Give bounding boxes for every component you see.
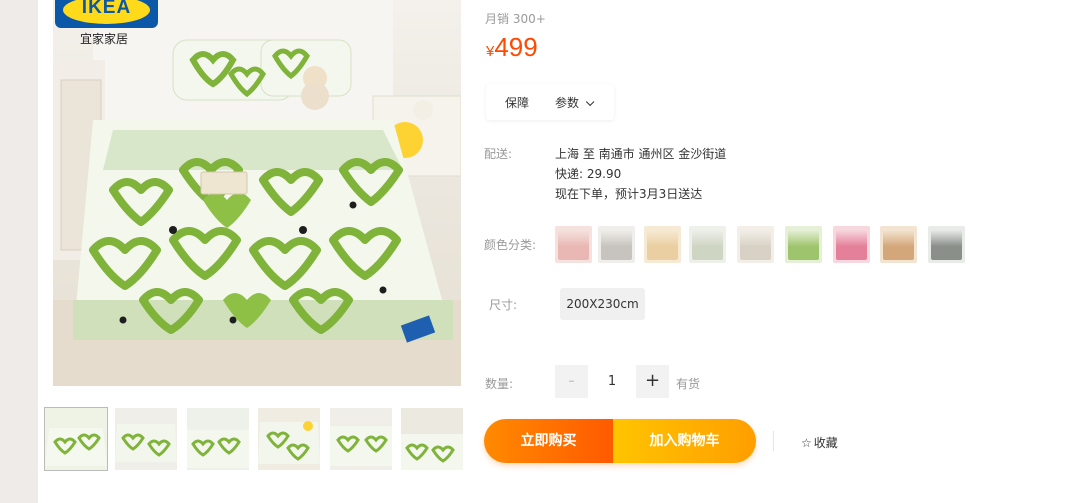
thumbnail-1[interactable] <box>44 407 108 471</box>
swatch-image <box>740 230 771 260</box>
quantity-input[interactable] <box>591 365 633 398</box>
tab-guarantee[interactable]: 保障 <box>505 94 529 111</box>
color-swatch[interactable] <box>555 226 592 263</box>
monthly-sales: 月销 300+ <box>485 12 546 26</box>
swatch-image <box>647 230 678 260</box>
info-tabs: 保障 参数 <box>486 84 614 120</box>
tab-parameters-label: 参数 <box>555 96 580 110</box>
stock-status: 有货 <box>676 377 701 391</box>
color-swatch[interactable] <box>689 226 726 263</box>
color-swatch[interactable] <box>644 226 681 263</box>
bedding-illustration <box>53 0 461 386</box>
left-background-strip <box>0 0 38 503</box>
tab-parameters[interactable]: 参数 <box>555 94 595 111</box>
thumbnail-4[interactable] <box>258 408 320 470</box>
quantity-decrease-button[interactable]: - <box>555 365 588 398</box>
action-divider <box>773 431 774 451</box>
thumbnail-2[interactable] <box>115 408 177 470</box>
size-label: 尺寸: <box>489 298 518 312</box>
size-option[interactable]: 200X230cm <box>560 288 645 320</box>
quantity-increase-button[interactable]: + <box>636 365 669 398</box>
shipping-fee: 快递: 29.90 <box>555 167 622 181</box>
favorite-label: 收藏 <box>813 436 838 450</box>
delivery-eta: 现在下单，预计3月3日送达 <box>555 187 703 201</box>
quantity-label: 数量: <box>485 377 514 391</box>
favorite-button[interactable]: ☆ 收藏 <box>801 434 838 451</box>
star-icon: ☆ <box>801 436 812 450</box>
swatch-image <box>836 230 867 260</box>
price-value: 499 <box>494 32 538 62</box>
logo-text: IKEA <box>81 0 132 18</box>
thumbnail-5[interactable] <box>330 408 392 470</box>
purchase-button-group: 立即购买 加入购物车 <box>484 419 756 463</box>
delivery-route[interactable]: 上海 至 南通市 通州区 金沙街道 <box>555 145 726 162</box>
swatch-image <box>788 230 819 260</box>
thumbnail-3[interactable] <box>187 408 249 470</box>
ikea-logo: IKEA <box>55 0 158 28</box>
color-swatch[interactable] <box>928 226 965 263</box>
color-swatch[interactable] <box>785 226 822 263</box>
buy-now-button[interactable]: 立即购买 <box>484 419 613 463</box>
color-swatch[interactable] <box>833 226 870 263</box>
swatch-image <box>558 230 589 260</box>
swatch-image <box>601 230 632 260</box>
brand-subtitle: 宜家家居 <box>80 32 129 46</box>
add-to-cart-button[interactable]: 加入购物车 <box>613 419 756 463</box>
thumbnail-6[interactable] <box>401 408 463 470</box>
color-swatch[interactable] <box>737 226 774 263</box>
swatch-image <box>931 230 962 260</box>
color-swatch[interactable] <box>598 226 635 263</box>
color-label: 颜色分类: <box>484 238 537 252</box>
price: ¥499 <box>486 32 538 63</box>
swatch-image <box>692 230 723 260</box>
delivery-label: 配送: <box>484 147 513 161</box>
color-swatch[interactable] <box>880 226 917 263</box>
chevron-down-icon <box>585 97 595 107</box>
swatch-image <box>883 230 914 260</box>
main-product-image <box>53 0 461 386</box>
